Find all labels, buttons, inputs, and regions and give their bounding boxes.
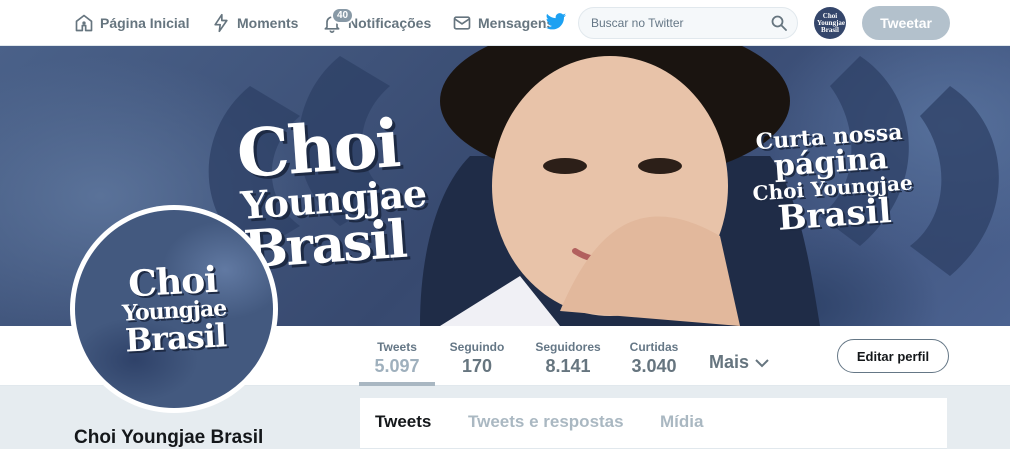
nav-messages[interactable]: Mensagens <box>452 0 554 46</box>
banner-promo-text: Curta nossa página Choi Youngjae Brasil <box>739 119 926 239</box>
notifications-badge: 40 <box>331 7 355 24</box>
chevron-down-icon <box>755 358 769 367</box>
stat-followers-value: 8.141 <box>545 356 591 376</box>
more-menu[interactable]: Mais <box>709 352 769 373</box>
stat-following-value: 170 <box>461 356 493 376</box>
tab-media[interactable]: Mídia <box>660 412 703 432</box>
account-avatar-button[interactable]: Choi Youngjae Brasil <box>814 7 846 39</box>
lightning-icon <box>214 13 228 33</box>
stat-tweets[interactable]: Tweets 5.097 <box>359 326 435 386</box>
timeline-tabs: Tweets Tweets e respostas Mídia <box>360 398 947 449</box>
nav-messages-label: Mensagens <box>478 15 555 31</box>
nav-home-label: Página Inicial <box>100 15 190 31</box>
home-icon <box>75 14 93 32</box>
nav-home[interactable]: Página Inicial <box>74 0 189 46</box>
profile-name[interactable]: Choi Youngjae Brasil <box>74 427 263 449</box>
stat-tweets-label: Tweets <box>377 340 417 354</box>
nav-notifications-label: Notificações <box>348 15 432 31</box>
stat-likes[interactable]: Curtidas 3.040 <box>622 326 686 386</box>
avatar-line-3: Brasil <box>124 316 227 360</box>
banner-title: Choi Youngjae Brasil <box>234 103 505 281</box>
tweet-button[interactable]: Tweetar <box>862 6 950 40</box>
twitter-bird-icon[interactable] <box>545 12 567 32</box>
nav-notifications[interactable]: 40 Notificações <box>322 0 431 46</box>
stat-followers[interactable]: Seguidores 8.141 <box>528 326 608 386</box>
search-input[interactable] <box>591 8 761 38</box>
search-box <box>578 7 798 39</box>
tab-tweets[interactable]: Tweets <box>375 412 431 432</box>
profile-avatar-image: Choi Youngjae Brasil <box>75 210 273 408</box>
nav-moments[interactable]: Moments <box>211 0 298 46</box>
stat-followers-label: Seguidores <box>535 340 601 354</box>
more-menu-label: Mais <box>709 352 750 372</box>
stat-likes-value: 3.040 <box>631 356 677 376</box>
nav-moments-label: Moments <box>237 15 299 31</box>
envelope-icon <box>453 16 471 30</box>
stat-following[interactable]: Seguindo 170 <box>443 326 511 386</box>
search-icon[interactable] <box>771 15 787 31</box>
stat-tweets-value: 5.097 <box>374 356 420 376</box>
tab-tweets-and-replies[interactable]: Tweets e respostas <box>468 412 624 432</box>
avatar-logo-text: Choi Youngjae Brasil <box>120 259 229 360</box>
stat-following-label: Seguindo <box>449 340 505 354</box>
profile-avatar[interactable]: Choi Youngjae Brasil <box>70 205 278 413</box>
stat-likes-label: Curtidas <box>629 340 679 354</box>
edit-profile-button[interactable]: Editar perfil <box>837 339 949 373</box>
top-navigation: Página Inicial Moments 40 Notificações M… <box>0 0 1010 46</box>
account-avatar-text: Choi Youngjae Brasil <box>817 11 846 34</box>
